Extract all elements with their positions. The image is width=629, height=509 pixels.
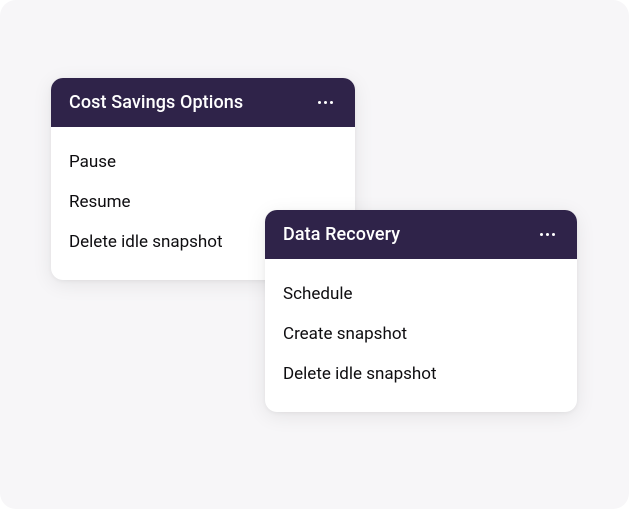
canvas: Cost Savings Options Pause Resume Delete… <box>0 0 629 509</box>
menu-item-schedule[interactable]: Schedule <box>265 274 577 314</box>
menu-item-pause[interactable]: Pause <box>51 142 355 182</box>
card-title: Data Recovery <box>283 224 400 245</box>
data-recovery-card: Data Recovery Schedule Create snapshot D… <box>265 210 577 412</box>
card-header: Cost Savings Options <box>51 78 355 127</box>
menu-item-create-snapshot[interactable]: Create snapshot <box>265 314 577 354</box>
more-icon[interactable] <box>314 97 337 108</box>
more-icon[interactable] <box>536 229 559 240</box>
card-header: Data Recovery <box>265 210 577 259</box>
menu-item-delete-idle-snapshot[interactable]: Delete idle snapshot <box>265 354 577 394</box>
card-title: Cost Savings Options <box>69 92 243 113</box>
card-body: Schedule Create snapshot Delete idle sna… <box>265 259 577 412</box>
